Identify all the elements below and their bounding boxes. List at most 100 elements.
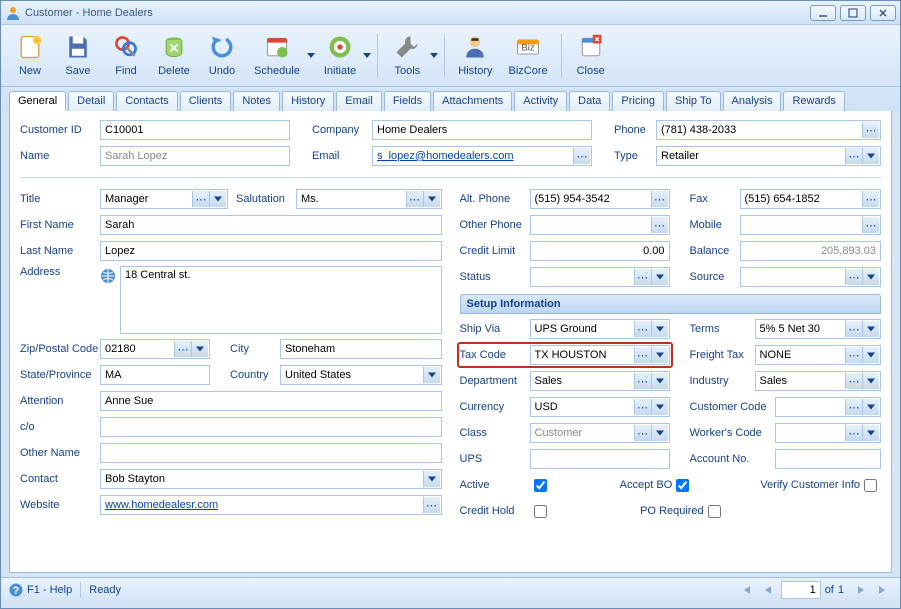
terms-lookup[interactable]: ⋯: [845, 321, 862, 337]
tab-fields[interactable]: Fields: [384, 91, 431, 111]
credithold-checkbox[interactable]: [534, 505, 547, 518]
maximize-button[interactable]: [840, 5, 866, 21]
shipvia-dropdown[interactable]: [651, 321, 668, 337]
tab-email[interactable]: Email: [336, 91, 382, 111]
source-field[interactable]: ⋯: [740, 267, 882, 287]
verify-checkbox[interactable]: [864, 479, 877, 492]
undo-button[interactable]: Undo: [199, 28, 245, 80]
website-lookup[interactable]: ⋯: [423, 497, 440, 513]
terms-field[interactable]: ⋯: [755, 319, 882, 339]
poreq-checkbox[interactable]: [708, 505, 721, 518]
department-dropdown[interactable]: [651, 373, 668, 389]
company-field[interactable]: [372, 120, 592, 140]
status-lookup[interactable]: ⋯: [634, 269, 651, 285]
taxcode-dropdown[interactable]: [651, 347, 668, 363]
terms-dropdown[interactable]: [862, 321, 879, 337]
tab-data[interactable]: Data: [569, 91, 610, 111]
minimize-button[interactable]: [810, 5, 836, 21]
class-field[interactable]: ⋯: [530, 423, 670, 443]
type-field[interactable]: ⋯: [656, 146, 881, 166]
workerscode-lookup[interactable]: ⋯: [845, 425, 862, 441]
firstname-field[interactable]: [100, 215, 442, 235]
status-dropdown[interactable]: [651, 269, 668, 285]
taxcode-lookup[interactable]: ⋯: [634, 347, 651, 363]
website-link[interactable]: www.homedealesr.com: [105, 499, 218, 511]
help-text[interactable]: F1 - Help: [27, 584, 72, 596]
address-field[interactable]: 18 Central st.: [120, 266, 442, 334]
name-field[interactable]: [100, 146, 290, 166]
othername-field[interactable]: [100, 443, 442, 463]
schedule-button[interactable]: Schedule: [247, 28, 307, 80]
last-record-button[interactable]: [874, 581, 892, 599]
tab-contacts[interactable]: Contacts: [116, 91, 177, 111]
next-record-button[interactable]: [852, 581, 870, 599]
currency-field[interactable]: ⋯: [530, 397, 670, 417]
email-lookup-button[interactable]: ⋯: [573, 148, 590, 164]
type-lookup-button[interactable]: ⋯: [845, 148, 862, 164]
tab-activity[interactable]: Activity: [514, 91, 567, 111]
department-lookup[interactable]: ⋯: [634, 373, 651, 389]
phone-lookup-button[interactable]: ⋯: [862, 122, 879, 138]
freighttax-field[interactable]: ⋯: [755, 345, 882, 365]
freighttax-lookup[interactable]: ⋯: [845, 347, 862, 363]
class-lookup[interactable]: ⋯: [634, 425, 651, 441]
otherphone-lookup[interactable]: ⋯: [651, 217, 668, 233]
save-button[interactable]: Save: [55, 28, 101, 80]
tab-general[interactable]: General: [9, 91, 66, 111]
active-checkbox[interactable]: [534, 479, 547, 492]
industry-dropdown[interactable]: [862, 373, 879, 389]
bizcore-button[interactable]: BizBizCore: [502, 28, 555, 80]
state-field[interactable]: [100, 365, 210, 385]
salutation-lookup[interactable]: ⋯: [406, 191, 423, 207]
close-button[interactable]: Close: [568, 28, 614, 80]
map-icon[interactable]: [100, 268, 116, 284]
source-lookup[interactable]: ⋯: [845, 269, 862, 285]
workerscode-field[interactable]: ⋯: [775, 423, 882, 443]
first-record-button[interactable]: [737, 581, 755, 599]
country-dropdown[interactable]: [423, 367, 440, 383]
zip-field[interactable]: ⋯: [100, 339, 210, 359]
mobile-field[interactable]: ⋯: [740, 215, 882, 235]
lastname-field[interactable]: [100, 241, 442, 261]
page-number-input[interactable]: [781, 581, 821, 599]
tools-button[interactable]: Tools: [384, 28, 430, 80]
customercode-field[interactable]: ⋯: [775, 397, 882, 417]
tab-clients[interactable]: Clients: [180, 91, 232, 111]
creditlimit-field[interactable]: [530, 241, 670, 261]
schedule-dropdown[interactable]: [307, 28, 315, 60]
attention-field[interactable]: [100, 391, 442, 411]
acceptbo-checkbox[interactable]: [676, 479, 689, 492]
title-field[interactable]: ⋯: [100, 189, 228, 209]
source-dropdown[interactable]: [862, 269, 879, 285]
new-button[interactable]: New: [7, 28, 53, 80]
customer-id-field[interactable]: [100, 120, 290, 140]
shipvia-lookup[interactable]: ⋯: [634, 321, 651, 337]
taxcode-field[interactable]: ⋯: [530, 345, 670, 365]
close-window-button[interactable]: [870, 5, 896, 21]
fax-field[interactable]: ⋯: [740, 189, 882, 209]
delete-button[interactable]: Delete: [151, 28, 197, 80]
tab-detail[interactable]: Detail: [68, 91, 114, 111]
ups-field[interactable]: [530, 449, 670, 469]
tab-history[interactable]: History: [282, 91, 334, 111]
prev-record-button[interactable]: [759, 581, 777, 599]
zip-dropdown[interactable]: [191, 341, 208, 357]
tab-notes[interactable]: Notes: [233, 91, 280, 111]
freighttax-dropdown[interactable]: [862, 347, 879, 363]
industry-field[interactable]: ⋯: [755, 371, 882, 391]
co-field[interactable]: [100, 417, 442, 437]
history-button[interactable]: History: [451, 28, 499, 80]
title-dropdown[interactable]: [209, 191, 226, 207]
mobile-lookup[interactable]: ⋯: [862, 217, 879, 233]
tab-shipto[interactable]: Ship To: [666, 91, 721, 111]
class-dropdown[interactable]: [651, 425, 668, 441]
initiate-dropdown[interactable]: [363, 28, 371, 60]
email-link[interactable]: s_lopez@homedealers.com: [377, 150, 514, 162]
currency-lookup[interactable]: ⋯: [634, 399, 651, 415]
tab-attachments[interactable]: Attachments: [433, 91, 512, 111]
altphone-field[interactable]: ⋯: [530, 189, 670, 209]
contact-field[interactable]: [100, 469, 442, 489]
contact-dropdown[interactable]: [423, 471, 440, 487]
initiate-button[interactable]: Initiate: [317, 28, 363, 80]
tab-rewards[interactable]: Rewards: [783, 91, 844, 111]
